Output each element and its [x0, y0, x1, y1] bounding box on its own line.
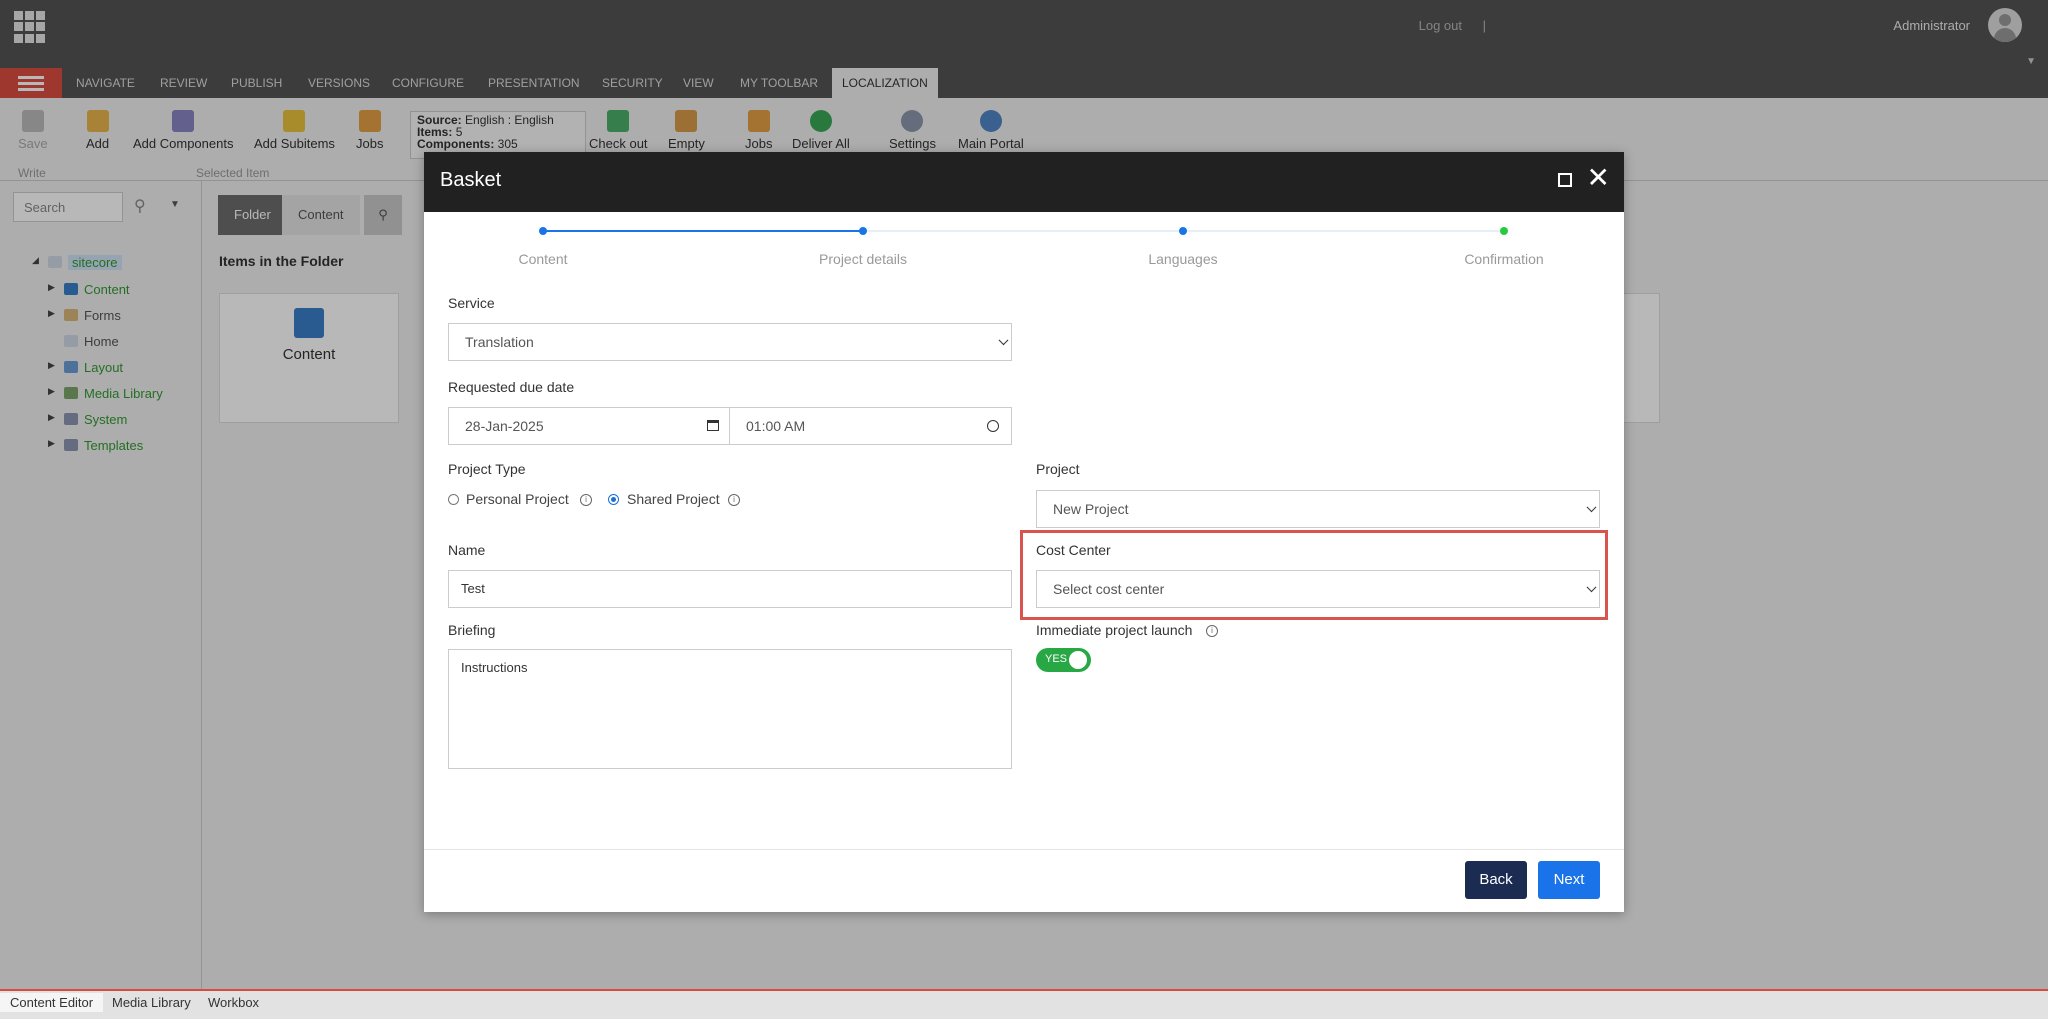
chevron-down-icon — [998, 335, 1009, 346]
shared-project-radio[interactable] — [608, 494, 619, 505]
step-dot-content — [539, 227, 547, 235]
chevron-down-icon — [1586, 582, 1597, 593]
launch-toggle[interactable]: YES — [1036, 648, 1091, 672]
tab-workbox[interactable]: Workbox — [198, 993, 269, 1012]
stepper-progress — [543, 230, 863, 232]
launch-label: Immediate project launch — [1036, 622, 1193, 638]
step-dot-languages — [1179, 227, 1187, 235]
step-languages[interactable]: Languages — [1083, 251, 1283, 267]
service-select[interactable]: Translation — [448, 323, 1012, 361]
clock-icon[interactable] — [987, 420, 999, 432]
shared-project-label[interactable]: Shared Project — [627, 491, 720, 507]
project-label: Project — [1036, 461, 1080, 477]
dialog-title: Basket — [440, 169, 502, 191]
dialog-footer-divider — [424, 849, 1624, 850]
maximize-icon[interactable] — [1558, 173, 1572, 187]
due-date-input[interactable]: 28-Jan-2025 — [448, 407, 730, 445]
briefing-label: Briefing — [448, 622, 496, 638]
tab-media-library[interactable]: Media Library — [102, 993, 201, 1012]
dialog-header — [424, 152, 1624, 212]
tab-content-editor[interactable]: Content Editor — [0, 993, 104, 1012]
due-date-label: Requested due date — [448, 379, 575, 395]
basket-dialog: Basket ✕ Content Project details Languag… — [424, 152, 1624, 912]
step-content[interactable]: Content — [443, 251, 643, 267]
calendar-icon[interactable] — [707, 420, 719, 431]
close-icon[interactable]: ✕ — [1587, 164, 1610, 192]
step-dot-project-details — [859, 227, 867, 235]
due-time-input[interactable]: 01:00 AM — [729, 407, 1012, 445]
cost-center-label: Cost Center — [1036, 542, 1111, 558]
project-type-label: Project Type — [448, 461, 526, 477]
step-project-details[interactable]: Project details — [763, 251, 963, 267]
chevron-down-icon — [1586, 502, 1597, 513]
toggle-knob — [1069, 651, 1087, 669]
service-label: Service — [448, 295, 495, 311]
info-icon[interactable]: i — [728, 494, 740, 506]
step-dot-confirmation — [1500, 227, 1508, 235]
personal-project-radio[interactable] — [448, 494, 459, 505]
name-input[interactable]: Test — [448, 570, 1012, 608]
name-label: Name — [448, 542, 486, 558]
briefing-textarea[interactable]: Instructions — [448, 649, 1012, 769]
cost-center-select[interactable]: Select cost center — [1036, 570, 1600, 608]
personal-project-label[interactable]: Personal Project — [466, 491, 569, 507]
step-confirmation[interactable]: Confirmation — [1404, 251, 1604, 267]
project-select[interactable]: New Project — [1036, 490, 1600, 528]
back-button[interactable]: Back — [1465, 861, 1527, 899]
next-button[interactable]: Next — [1538, 861, 1600, 899]
bottom-bar — [0, 989, 2048, 1019]
info-icon[interactable]: i — [580, 494, 592, 506]
info-icon[interactable]: i — [1206, 625, 1218, 637]
